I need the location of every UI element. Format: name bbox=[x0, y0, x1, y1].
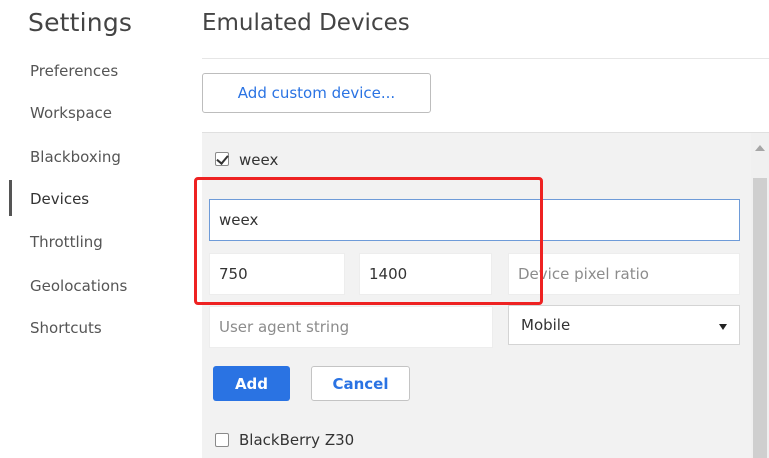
sidebar-item-throttling[interactable]: Throttling bbox=[30, 233, 103, 251]
sidebar-item-preferences[interactable]: Preferences bbox=[30, 62, 118, 80]
add-custom-device-button[interactable]: Add custom device... bbox=[202, 73, 431, 113]
sidebar-item-blackboxing[interactable]: Blackboxing bbox=[30, 148, 121, 166]
chevron-down-icon bbox=[719, 324, 727, 330]
sidebar-item-workspace[interactable]: Workspace bbox=[30, 104, 112, 122]
device-name-weex: weex bbox=[239, 151, 279, 169]
scroll-up-icon[interactable] bbox=[755, 145, 765, 151]
cancel-button[interactable]: Cancel bbox=[311, 366, 410, 401]
user-agent-input[interactable]: User agent string bbox=[209, 306, 493, 348]
settings-title: Settings bbox=[28, 8, 133, 37]
device-name-blackberry-z30: BlackBerry Z30 bbox=[239, 431, 355, 449]
page-title: Emulated Devices bbox=[202, 10, 410, 36]
device-height-input[interactable]: 1400 bbox=[359, 253, 492, 295]
device-pixel-ratio-input[interactable]: Device pixel ratio bbox=[508, 253, 740, 295]
sidebar-item-shortcuts[interactable]: Shortcuts bbox=[30, 319, 102, 337]
add-button[interactable]: Add bbox=[213, 366, 290, 401]
scrollbar[interactable] bbox=[751, 133, 769, 458]
scrollbar-thumb[interactable] bbox=[753, 178, 767, 458]
sidebar-item-geolocations[interactable]: Geolocations bbox=[30, 277, 127, 295]
device-checkbox-blackberry-z30[interactable] bbox=[215, 433, 229, 447]
sidebar-item-devices[interactable]: Devices bbox=[30, 190, 89, 208]
header-divider bbox=[202, 58, 769, 59]
device-name-input[interactable]: weex bbox=[209, 199, 740, 241]
device-type-select[interactable]: Mobile bbox=[508, 305, 740, 345]
active-nav-indicator bbox=[9, 180, 12, 216]
device-list bbox=[202, 132, 769, 458]
device-checkbox-weex[interactable] bbox=[215, 152, 229, 166]
device-width-input[interactable]: 750 bbox=[209, 253, 345, 295]
device-type-value: Mobile bbox=[521, 316, 571, 334]
